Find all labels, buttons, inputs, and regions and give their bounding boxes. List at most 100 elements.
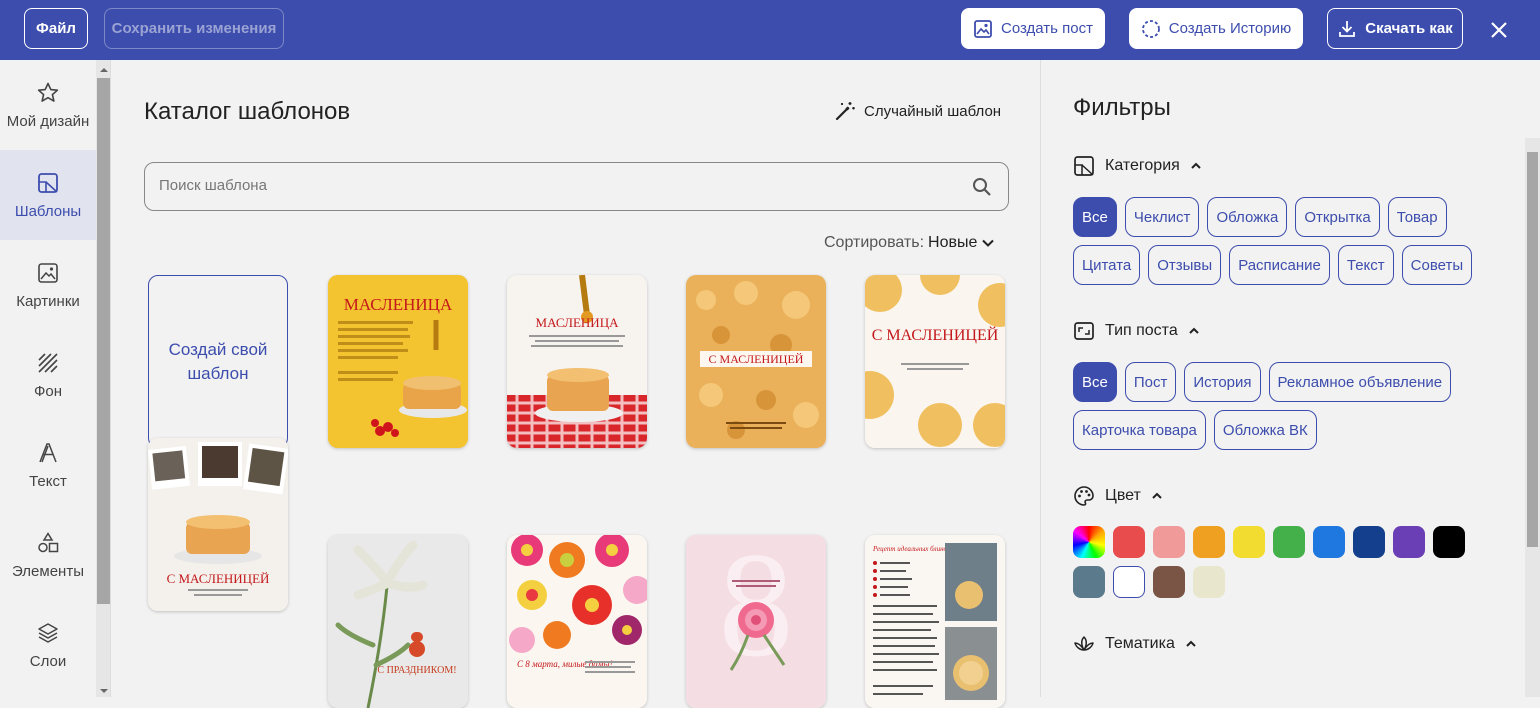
- template-preview: МАСЛЕНИЦА: [328, 275, 468, 448]
- sort-dropdown[interactable]: Сортировать: Новые: [824, 234, 995, 252]
- sidebar-item-elements[interactable]: Элементы: [0, 510, 96, 600]
- template-preview: С ПРАЗДНИКОМ!: [328, 535, 468, 708]
- story-circle-icon: [1141, 19, 1160, 38]
- sidebar-scrollbar-thumb[interactable]: [97, 78, 110, 604]
- sidebar-item-label: Элементы: [12, 562, 84, 580]
- category-chip[interactable]: Все: [1073, 197, 1117, 237]
- template-title-text: С МАСЛЕНИЦЕЙ: [709, 352, 804, 366]
- category-chip[interactable]: Текст: [1337, 245, 1394, 285]
- category-chip[interactable]: Советы: [1401, 245, 1473, 285]
- color-swatch[interactable]: [1073, 526, 1105, 558]
- save-changes-button[interactable]: Сохранить изменения: [104, 8, 284, 49]
- layers-icon: [38, 622, 58, 643]
- color-swatch[interactable]: [1273, 526, 1305, 558]
- template-preview: С МАСЛЕНИЦЕЙ: [865, 275, 1005, 448]
- color-swatch[interactable]: [1113, 566, 1145, 598]
- color-swatch[interactable]: [1193, 526, 1225, 558]
- template-title-text: С МАСЛЕНИЦЕЙ: [872, 325, 999, 344]
- color-swatch[interactable]: [1153, 526, 1185, 558]
- color-swatch[interactable]: [1073, 566, 1105, 598]
- color-swatch[interactable]: [1113, 526, 1145, 558]
- scroll-down-arrow-icon[interactable]: [99, 687, 109, 695]
- post-type-chip[interactable]: Обложка ВК: [1213, 410, 1317, 450]
- category-label: Категория: [1105, 157, 1180, 174]
- color-section-header[interactable]: Цвет: [1073, 485, 1163, 507]
- template-preview: С 8 марта, милые дамы!: [507, 535, 647, 708]
- category-chip[interactable]: Цитата: [1073, 245, 1141, 285]
- chevron-up-icon: [1189, 327, 1199, 334]
- sort-value: Новые: [928, 234, 978, 251]
- template-preview: С МАСЛЕНИЦЕЙ: [148, 438, 288, 611]
- create-story-button[interactable]: Создать Историю: [1129, 8, 1303, 49]
- post-type-chip[interactable]: История: [1184, 362, 1261, 402]
- filters-scrollbar-thumb[interactable]: [1527, 152, 1538, 547]
- download-as-button[interactable]: Скачать как: [1327, 8, 1463, 49]
- color-swatch[interactable]: [1193, 566, 1225, 598]
- sidebar-item-templates[interactable]: Шаблоны: [0, 150, 96, 240]
- text-icon: [39, 442, 57, 462]
- sidebar-item-text[interactable]: Текст: [0, 420, 96, 510]
- search-icon[interactable]: [972, 177, 992, 197]
- color-swatch[interactable]: [1313, 526, 1345, 558]
- download-icon: [1339, 20, 1356, 37]
- top-bar: Файл Сохранить изменения Создать пост Со…: [0, 0, 1540, 60]
- template-card[interactable]: МАСЛЕНИЦА: [507, 275, 647, 448]
- color-swatch[interactable]: [1393, 526, 1425, 558]
- scroll-up-arrow-icon[interactable]: [99, 66, 109, 74]
- theme-section-header[interactable]: Тематика: [1073, 633, 1197, 655]
- post-type-section-header[interactable]: Тип поста: [1073, 320, 1200, 342]
- close-icon[interactable]: [1486, 17, 1512, 43]
- post-type-chip[interactable]: Все: [1073, 362, 1117, 402]
- sidebar-item-label: Картинки: [16, 292, 80, 310]
- background-icon: [38, 352, 58, 373]
- template-card[interactable]: С 8 марта, милые дамы!: [507, 535, 647, 708]
- random-template-button[interactable]: Случайный шаблон: [834, 100, 1001, 122]
- sidebar-item-label: Текст: [29, 472, 67, 490]
- template-card[interactable]: С МАСЛЕНИЦЕЙ: [686, 275, 826, 448]
- post-type-icon: [1074, 322, 1094, 340]
- color-label: Цвет: [1105, 487, 1141, 504]
- template-catalog: Каталог шаблонов Случайный шаблон Сортир…: [112, 60, 1040, 708]
- create-post-button[interactable]: Создать пост: [961, 8, 1105, 49]
- category-chip[interactable]: Товар: [1387, 197, 1447, 237]
- template-icon: [38, 172, 58, 193]
- category-chip[interactable]: Обложка: [1207, 197, 1288, 237]
- post-type-chip[interactable]: Рекламное объявление: [1268, 362, 1452, 402]
- template-card[interactable]: С МАСЛЕНИЦЕЙ: [865, 275, 1005, 448]
- category-chip[interactable]: Расписание: [1229, 245, 1330, 285]
- chevron-up-icon: [1191, 162, 1201, 169]
- color-swatch[interactable]: [1353, 526, 1385, 558]
- image-icon: [974, 19, 992, 38]
- color-swatch[interactable]: [1433, 526, 1465, 558]
- sidebar-item-background[interactable]: Фон: [0, 330, 96, 420]
- sidebar-item-label: Фон: [33, 382, 63, 400]
- template-card[interactable]: С ПРАЗДНИКОМ!: [328, 535, 468, 708]
- template-search: [144, 162, 1009, 211]
- download-as-label: Скачать как: [1365, 20, 1453, 37]
- category-chips: Все Чеклист Обложка Открытка Товар Цитат…: [1073, 197, 1493, 285]
- post-type-chip[interactable]: Карточка товара: [1073, 410, 1206, 450]
- color-swatch[interactable]: [1153, 566, 1185, 598]
- theme-label: Тематика: [1105, 635, 1175, 652]
- template-card[interactable]: С МАСЛЕНИЦЕЙ: [148, 438, 288, 611]
- sidebar-item-images[interactable]: Картинки: [0, 240, 96, 330]
- category-section-header[interactable]: Категория: [1073, 155, 1202, 177]
- category-chip[interactable]: Открытка: [1295, 197, 1380, 237]
- template-card[interactable]: Рецепт идеальных блинов: [865, 535, 1005, 708]
- filters-title: Фильтры: [1073, 94, 1171, 121]
- post-type-label: Тип поста: [1105, 322, 1178, 339]
- color-swatch[interactable]: [1233, 526, 1265, 558]
- sidebar-item-my-design[interactable]: Мой дизайн: [0, 60, 96, 150]
- post-type-chips: Все Пост История Рекламное объявление Ка…: [1073, 362, 1493, 450]
- category-chip[interactable]: Отзывы: [1148, 245, 1222, 285]
- file-button[interactable]: Файл: [24, 8, 88, 49]
- category-chip[interactable]: Чеклист: [1124, 197, 1200, 237]
- sidebar-item-label: Слои: [29, 652, 67, 670]
- template-card[interactable]: МАСЛЕНИЦА: [328, 275, 468, 448]
- post-type-chip[interactable]: Пост: [1124, 362, 1177, 402]
- sidebar-item-layers[interactable]: Слои: [0, 600, 96, 690]
- template-title-text: МАСЛЕНИЦА: [536, 315, 620, 330]
- search-input[interactable]: [159, 177, 939, 194]
- template-card[interactable]: 8: [686, 535, 826, 708]
- create-own-template-card[interactable]: Создай свой шаблон: [148, 275, 288, 448]
